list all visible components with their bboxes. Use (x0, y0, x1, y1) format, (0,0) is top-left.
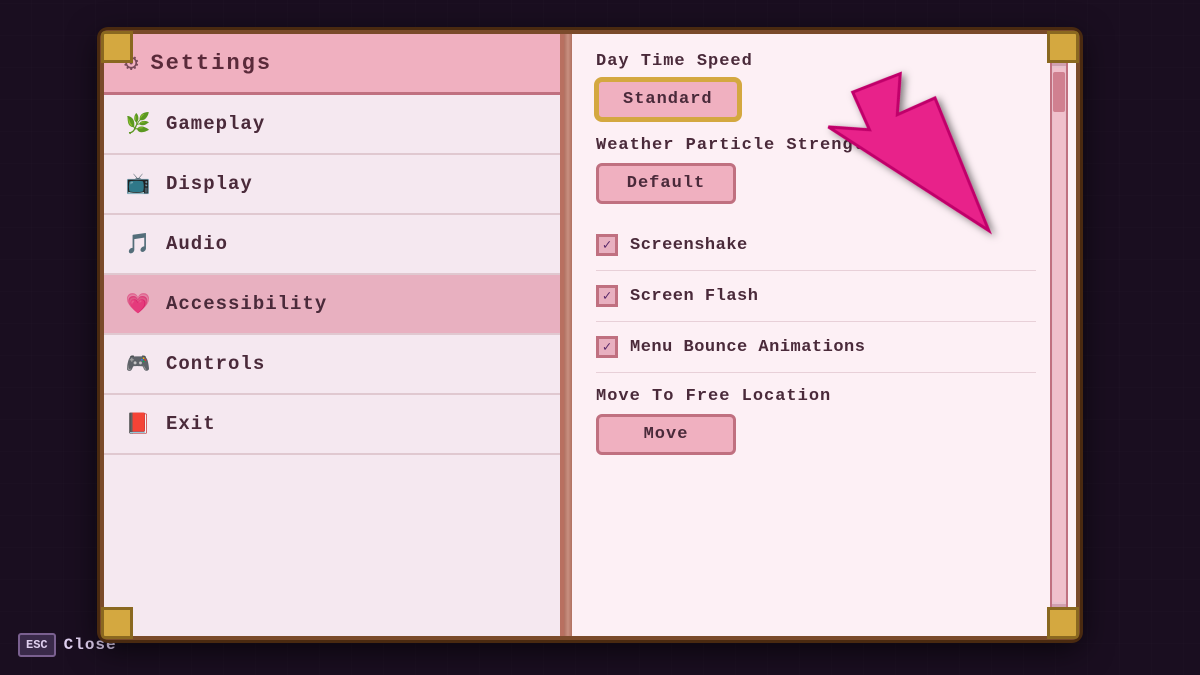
scroll-track (1053, 68, 1065, 602)
audio-icon: 🎵 (124, 231, 152, 257)
exit-icon: 📕 (124, 411, 152, 437)
audio-label: Audio (166, 233, 228, 255)
weather-particle-button[interactable]: Default (596, 163, 736, 204)
settings-book: ⚙ Settings 🌿 Gameplay 📺 Display 🎵 Audio … (100, 30, 1080, 640)
menu-list: 🌿 Gameplay 📺 Display 🎵 Audio 💗 Accessibi… (104, 95, 560, 455)
screen-flash-checkbox[interactable] (596, 285, 618, 307)
screen-flash-item: Screen Flash (596, 271, 1036, 322)
book-spine (564, 34, 572, 636)
corner-tr (1047, 31, 1079, 63)
controls-label: Controls (166, 353, 265, 375)
move-location-section: Move To Free Location Move (596, 387, 1036, 455)
left-page: ⚙ Settings 🌿 Gameplay 📺 Display 🎵 Audio … (104, 34, 564, 636)
weather-particle-label: Weather Particle Strength (596, 136, 1036, 155)
menu-bounce-item: Menu Bounce Animations (596, 322, 1036, 373)
sidebar-item-exit[interactable]: 📕 Exit (104, 395, 560, 455)
accessibility-label: Accessibility (166, 293, 327, 315)
corner-br (1047, 607, 1079, 639)
day-time-speed-label: Day Time Speed (596, 52, 1036, 71)
screenshake-checkbox[interactable] (596, 234, 618, 256)
gameplay-label: Gameplay (166, 113, 265, 135)
esc-badge[interactable]: ESC (18, 633, 56, 657)
screenshake-item: Screenshake (596, 220, 1036, 271)
corner-bl (101, 607, 133, 639)
exit-label: Exit (166, 413, 216, 435)
settings-header: ⚙ Settings (104, 34, 560, 95)
screenshake-label: Screenshake (630, 236, 748, 255)
settings-title: Settings (150, 51, 272, 76)
scroll-thumb (1053, 72, 1065, 112)
menu-bounce-checkbox[interactable] (596, 336, 618, 358)
screen-flash-label: Screen Flash (630, 287, 758, 306)
scrollbar[interactable]: ▲ ▼ (1050, 44, 1068, 626)
corner-tl (101, 31, 133, 63)
sidebar-item-controls[interactable]: 🎮 Controls (104, 335, 560, 395)
right-page: Day Time Speed Standard Weather Particle… (572, 34, 1076, 636)
sidebar-item-audio[interactable]: 🎵 Audio (104, 215, 560, 275)
settings-content: Day Time Speed Standard Weather Particle… (572, 34, 1076, 636)
move-location-label: Move To Free Location (596, 387, 1036, 406)
accessibility-icon: 💗 (124, 291, 152, 317)
gameplay-icon: 🌿 (124, 111, 152, 137)
day-time-speed-section: Day Time Speed Standard (596, 52, 1036, 120)
display-icon: 📺 (124, 171, 152, 197)
sidebar-item-display[interactable]: 📺 Display (104, 155, 560, 215)
controls-icon: 🎮 (124, 351, 152, 377)
move-button[interactable]: Move (596, 414, 736, 455)
day-time-speed-button[interactable]: Standard (596, 79, 740, 120)
weather-particle-section: Weather Particle Strength Default (596, 136, 1036, 204)
display-label: Display (166, 173, 253, 195)
sidebar-item-accessibility[interactable]: 💗 Accessibility (104, 275, 560, 335)
sidebar-item-gameplay[interactable]: 🌿 Gameplay (104, 95, 560, 155)
menu-bounce-label: Menu Bounce Animations (630, 338, 865, 357)
